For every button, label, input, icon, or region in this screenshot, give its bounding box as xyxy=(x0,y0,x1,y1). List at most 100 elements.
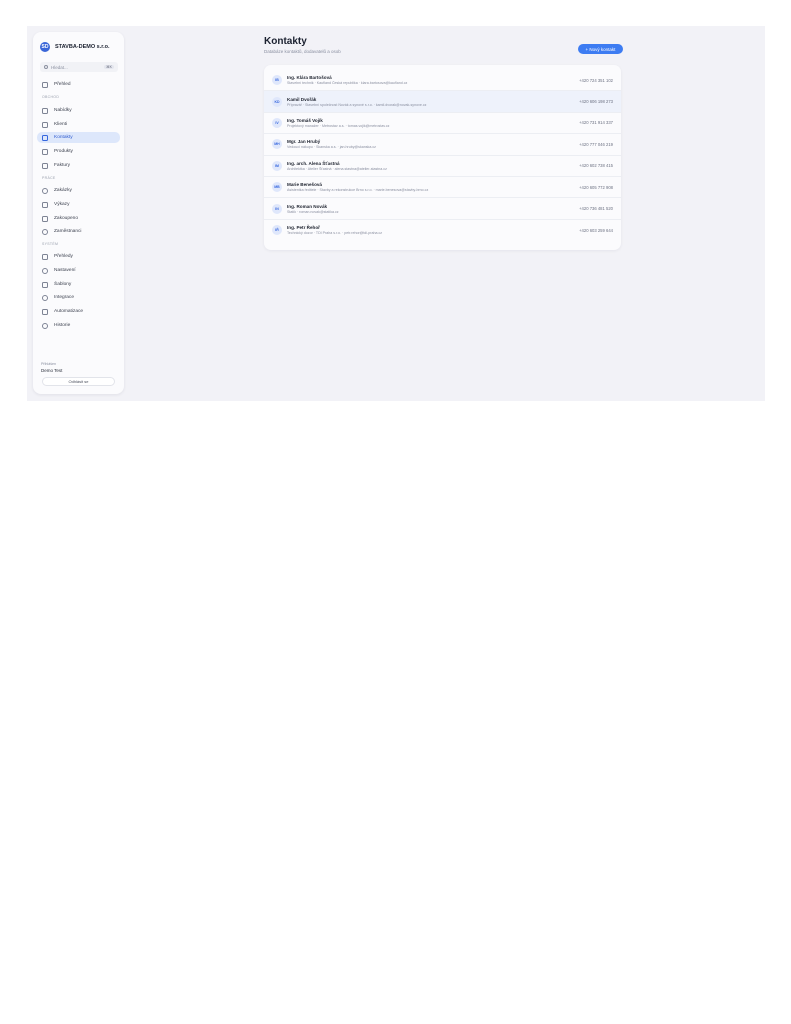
contact-row[interactable]: KD Kamil Dvořák Přípravář · Stavební spo… xyxy=(264,91,621,113)
brand[interactable]: SD STAVBA-DEMO s.r.o. xyxy=(40,42,110,52)
sidebar-item-automation[interactable]: Automatizace xyxy=(37,306,120,317)
contact-info: Marie Benešová Asistentka ředitele · Sta… xyxy=(287,182,573,192)
sidebar-item-label: Zakázky xyxy=(54,188,72,193)
contact-phone: +420 724 351 102 xyxy=(579,77,613,83)
contact-info: Kamil Dvořák Přípravář · Stavební společ… xyxy=(287,97,573,107)
app-window: SD STAVBA-DEMO s.r.o. Hledat... ⌘K Přehl… xyxy=(27,26,765,401)
user-name: Demo Test xyxy=(41,368,63,373)
contacts-list: IB Ing. Klára Bartošová Stavební technik… xyxy=(264,65,621,250)
sidebar-item-reports[interactable]: Výkazy xyxy=(37,199,120,210)
plug-icon xyxy=(42,294,48,301)
contact-row[interactable]: MH Mgr. Jan Hrubý Vedoucí nákupu · Skans… xyxy=(264,134,621,156)
contact-row[interactable]: IN Ing. Roman Novák Statik · roman.novak… xyxy=(264,198,621,220)
sidebar-item-label: Produkty xyxy=(54,149,73,154)
contact-row[interactable]: IB Ing. Klára Bartošová Stavební technik… xyxy=(264,70,621,92)
sidebar-item-purchased[interactable]: Zakoupeno xyxy=(37,213,120,224)
lightning-icon xyxy=(42,308,48,315)
users-icon xyxy=(42,228,48,235)
brand-name: STAVBA-DEMO s.r.o. xyxy=(55,44,110,50)
avatar: KD xyxy=(272,96,282,107)
sidebar-section-work: PRÁCE xyxy=(42,176,56,180)
contact-info: Ing. arch. Alena Šťastná Architektka · A… xyxy=(287,161,573,171)
avatar: MH xyxy=(272,139,282,150)
contact-detail: Vedoucí nákupu · Skanska a.s. · jan.hrub… xyxy=(287,145,376,150)
sidebar-item-history[interactable]: Historie xyxy=(37,320,120,331)
brand-logo: SD xyxy=(40,42,50,52)
avatar: IB xyxy=(272,75,282,86)
page-title: Kontakty xyxy=(264,36,307,47)
new-contact-button[interactable]: + Nový kontakt xyxy=(578,44,623,54)
cart-icon xyxy=(42,215,48,222)
contact-detail: Přípravář · Stavební společnost Novák a … xyxy=(287,102,427,107)
chart-icon xyxy=(42,253,48,260)
contact-info: Ing. Petr Řehoř Technický dozor · TDI Pr… xyxy=(287,225,573,235)
contact-info: Ing. Roman Novák Statik · roman.novak@st… xyxy=(287,204,573,214)
contact-name: Ing. Petr Řehoř xyxy=(287,225,320,231)
history-icon xyxy=(42,322,48,329)
contact-phone: +420 602 738 415 xyxy=(579,163,613,169)
contact-phone: +420 731 914 337 xyxy=(579,120,613,126)
sidebar-item-products[interactable]: Produkty xyxy=(37,146,120,157)
avatar: MB xyxy=(272,182,282,193)
search-input[interactable]: Hledat... ⌘K xyxy=(40,62,118,72)
contact-phone: +420 605 772 908 xyxy=(579,184,613,190)
contact-detail: Technický dozor · TDI Praha s.r.o. · pet… xyxy=(287,231,383,236)
sidebar-item-clients[interactable]: Klienti xyxy=(37,119,120,130)
contact-info: Ing. Klára Bartošová Stavební technik · … xyxy=(287,75,573,85)
search-shortcut: ⌘K xyxy=(104,65,114,69)
sidebar-section-system: SYSTÉM xyxy=(42,242,59,246)
contact-name: Kamil Dvořák xyxy=(287,96,317,102)
contact-name: Ing. Tomáš Vojík xyxy=(287,117,323,123)
clipboard-icon xyxy=(42,201,48,208)
clock-icon xyxy=(42,187,48,194)
sidebar-item-label: Výkazy xyxy=(54,202,70,207)
sidebar-item-offers[interactable]: Nabídky xyxy=(37,105,120,116)
sidebar-item-label: Faktury xyxy=(54,163,70,168)
sidebar-item-invoices[interactable]: Faktury xyxy=(37,160,120,171)
contact-detail: Statik · roman.novak@statika.cz xyxy=(287,209,339,214)
sidebar-item-contacts[interactable]: Kontakty xyxy=(37,132,120,143)
contact-phone: +420 603 259 644 xyxy=(579,227,613,233)
contact-detail: Projektový manažer · Metrostav a.s. · to… xyxy=(287,123,390,128)
contact-info: Mgr. Jan Hrubý Vedoucí nákupu · Skanska … xyxy=(287,139,573,149)
user-label: Přihlášen xyxy=(41,362,56,366)
sidebar-item-orders[interactable]: Zakázky xyxy=(37,185,120,196)
contact-phone: +420 777 046 219 xyxy=(579,141,613,147)
box-icon xyxy=(42,148,48,155)
sidebar-item-label: Zaměstnanci xyxy=(54,229,82,234)
sidebar-item-label: Přehled xyxy=(54,82,71,87)
sidebar-section-sales: OBCHOD xyxy=(42,95,60,99)
avatar: IV xyxy=(272,117,282,128)
avatar: IŘ xyxy=(272,225,282,236)
contact-row[interactable]: MB Marie Benešová Asistentka ředitele · … xyxy=(264,177,621,199)
sidebar-item-label: Kontakty xyxy=(54,135,73,140)
sidebar-item-integrations[interactable]: Integrace xyxy=(37,292,120,303)
contact-name: Ing. Roman Novák xyxy=(287,203,328,209)
grid-icon xyxy=(42,81,48,88)
template-icon xyxy=(42,281,48,288)
sidebar-item-label: Šablony xyxy=(54,282,72,287)
contact-name: Ing. Klára Bartošová xyxy=(287,75,332,81)
contact-detail: Architektka · Atelier Šťastná · alena.st… xyxy=(287,166,387,171)
contact-phone: +420 736 481 520 xyxy=(579,206,613,212)
contact-name: Ing. arch. Alena Šťastná xyxy=(287,160,340,166)
sidebar-item-overviews[interactable]: Přehledy xyxy=(37,251,120,262)
sidebar-item-label: Integrace xyxy=(54,295,75,300)
contact-row[interactable]: IŘ Ing. Petr Řehoř Technický dozor · TDI… xyxy=(264,220,621,241)
gear-icon xyxy=(42,267,48,274)
search-icon xyxy=(44,65,48,69)
invoice-icon xyxy=(42,162,48,169)
contact-row[interactable]: IM Ing. arch. Alena Šťastná Architektka … xyxy=(264,156,621,177)
sidebar-item-label: Přehledy xyxy=(54,254,73,259)
contact-row[interactable]: IV Ing. Tomáš Vojík Projektový manažer ·… xyxy=(264,113,621,135)
sidebar: SD STAVBA-DEMO s.r.o. Hledat... ⌘K Přehl… xyxy=(33,32,124,394)
avatar: IM xyxy=(272,160,282,171)
sidebar-item-employees[interactable]: Zaměstnanci xyxy=(37,226,120,237)
contact-detail: Stavební technik · Kaufland Česká republ… xyxy=(287,81,408,86)
sidebar-item-settings[interactable]: Nastavení xyxy=(37,265,120,276)
sidebar-item-home[interactable]: Přehled xyxy=(37,79,120,90)
sidebar-item-templates[interactable]: Šablony xyxy=(37,279,120,290)
logout-button[interactable]: Odhlásit se xyxy=(42,377,115,386)
contacts-icon xyxy=(42,134,48,141)
document-icon xyxy=(42,107,48,114)
